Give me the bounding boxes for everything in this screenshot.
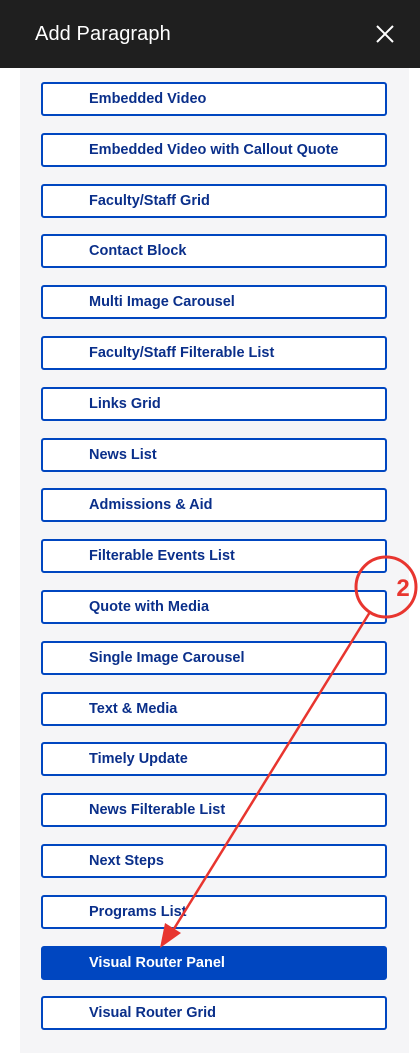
paragraph-type-button[interactable]: Faculty/Staff Grid: [41, 184, 387, 218]
paragraph-type-button[interactable]: Visual Router Panel: [41, 946, 387, 980]
paragraph-type-button[interactable]: News Filterable List: [41, 793, 387, 827]
paragraph-type-button[interactable]: News List: [41, 438, 387, 472]
close-icon[interactable]: [372, 21, 398, 47]
paragraph-type-button[interactable]: Quote with Media: [41, 590, 387, 624]
paragraph-type-button[interactable]: Visual Router Grid: [41, 996, 387, 1030]
paragraph-type-button[interactable]: Embedded Video: [41, 82, 387, 116]
paragraph-type-button[interactable]: Faculty/Staff Filterable List: [41, 336, 387, 370]
paragraph-type-button[interactable]: Multi Image Carousel: [41, 285, 387, 319]
paragraph-type-button[interactable]: Single Image Carousel: [41, 641, 387, 675]
paragraph-type-button[interactable]: Contact Block: [41, 234, 387, 268]
paragraph-type-button[interactable]: Programs List: [41, 895, 387, 929]
paragraph-type-button[interactable]: Next Steps: [41, 844, 387, 878]
paragraph-type-button[interactable]: Timely Update: [41, 742, 387, 776]
paragraph-type-button[interactable]: Links Grid: [41, 387, 387, 421]
paragraph-type-button[interactable]: Admissions & Aid: [41, 488, 387, 522]
paragraph-type-button[interactable]: Filterable Events List: [41, 539, 387, 573]
paragraph-type-button[interactable]: Embedded Video with Callout Quote: [41, 133, 387, 167]
dialog-title: Add Paragraph: [35, 22, 171, 45]
paragraph-type-button[interactable]: Text & Media: [41, 692, 387, 726]
dialog-header: Add Paragraph: [0, 0, 420, 68]
